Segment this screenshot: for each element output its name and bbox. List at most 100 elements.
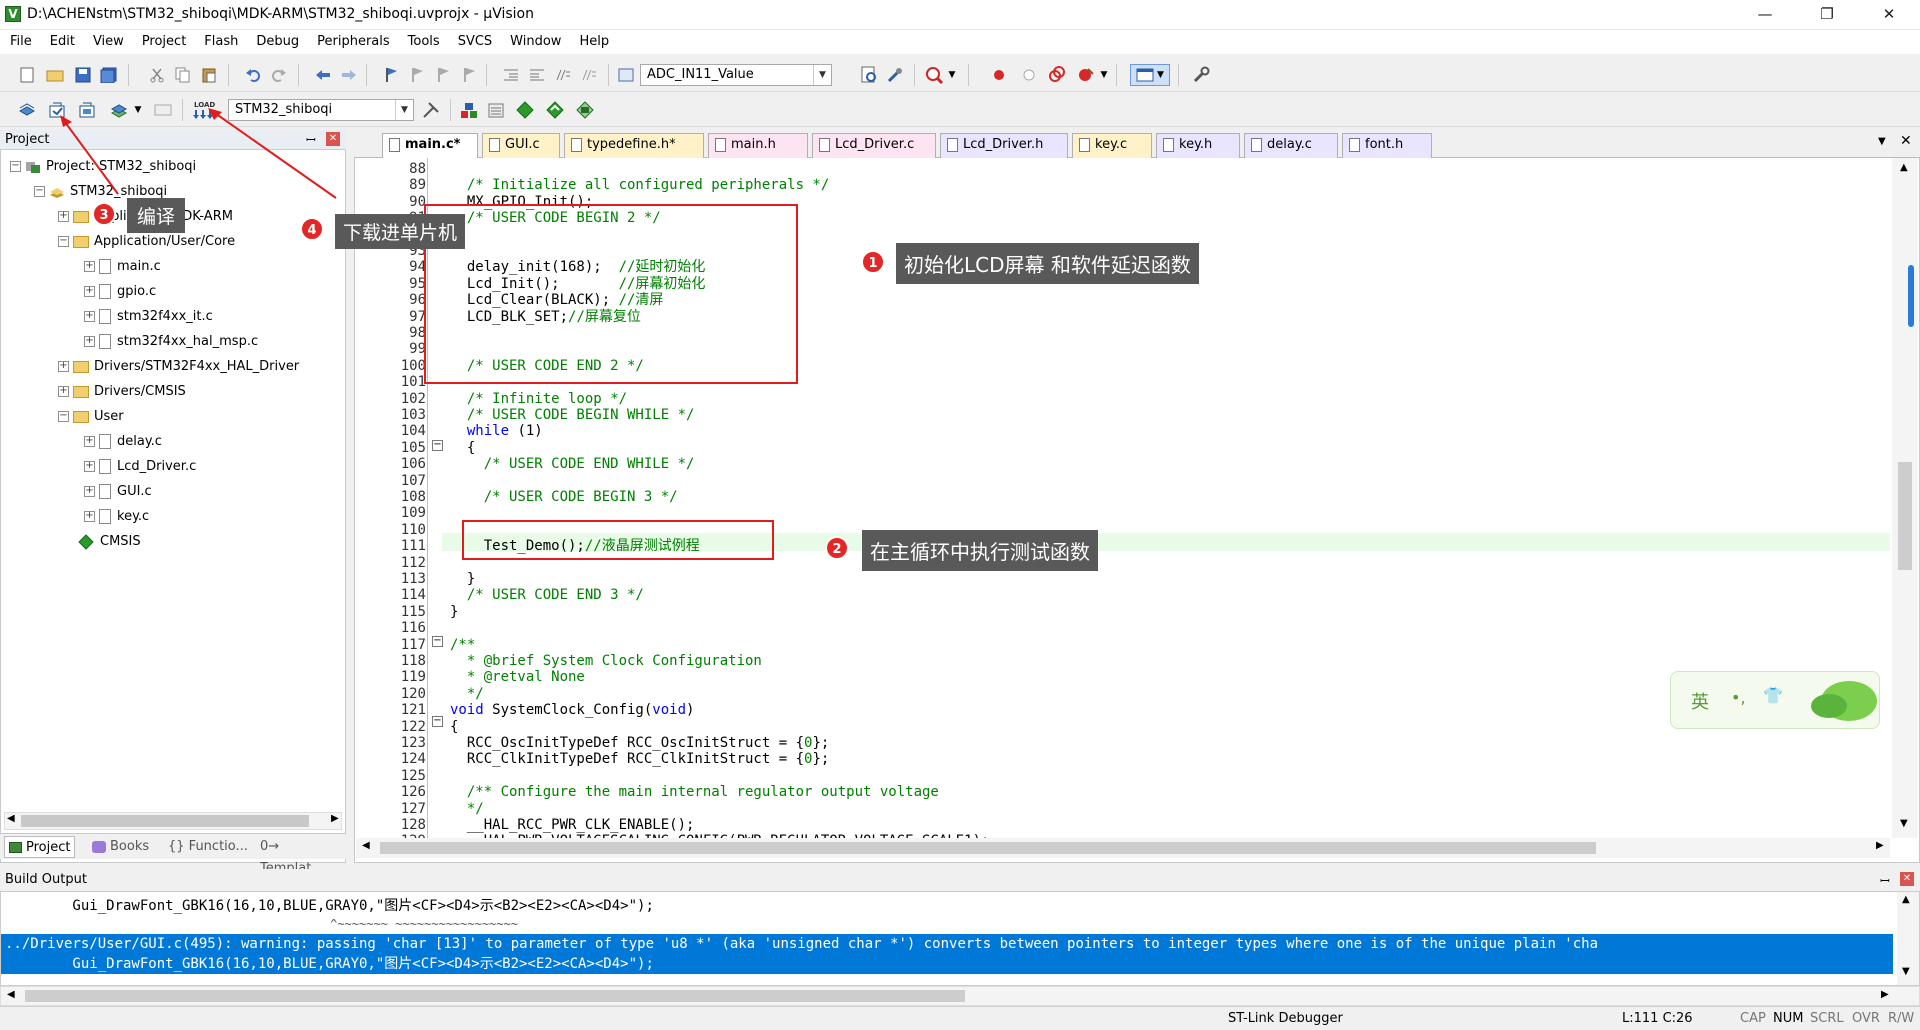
scroll-down-icon[interactable]: ▼	[1902, 966, 1910, 977]
minimize-button[interactable]: —	[1742, 0, 1788, 30]
wrench-icon[interactable]	[1190, 64, 1212, 86]
save-all-icon[interactable]	[98, 64, 120, 86]
manage-project-items-icon[interactable]	[458, 99, 480, 121]
menu-window[interactable]: Window	[500, 30, 569, 54]
ime-punctuation[interactable]: •,	[1731, 688, 1746, 707]
maximize-button[interactable]: ❐	[1804, 0, 1850, 30]
tree-item-file[interactable]: + stm32f4xx_hal_msp.c	[84, 331, 258, 353]
expand-icon[interactable]: +	[84, 436, 95, 447]
chevron-down-icon[interactable]: ▼	[946, 64, 958, 86]
menu-flash[interactable]: Flash	[194, 30, 246, 54]
tab-project[interactable]: Project	[4, 836, 76, 858]
build-vscrollbar[interactable]: ▲ ▼	[1897, 892, 1919, 985]
ime-toolbar[interactable]: 英 •, 👕	[1670, 671, 1880, 729]
chevron-down-icon[interactable]: ▼	[1098, 64, 1110, 86]
tab-delay-c[interactable]: delay.c	[1244, 133, 1338, 158]
pin-icon[interactable]: ꟷ	[1880, 872, 1890, 889]
collapse-icon[interactable]: −	[58, 236, 69, 247]
find-combo[interactable]: ADC_IN11_Value ▼	[640, 64, 832, 86]
tab-templates[interactable]: 0→ Templat...	[256, 836, 346, 876]
scroll-right-icon[interactable]: ▶	[331, 813, 339, 824]
menu-help[interactable]: Help	[569, 30, 617, 54]
manage-runtime-icon[interactable]	[544, 99, 566, 121]
comment-icon[interactable]	[552, 64, 574, 86]
tab-lcd-driver-h[interactable]: Lcd_Driver.h	[940, 133, 1068, 158]
scroll-left-icon[interactable]: ◀	[7, 813, 15, 824]
tree-item-file[interactable]: + main.c	[84, 256, 161, 278]
close-panel-icon[interactable]: ✕	[1900, 872, 1914, 886]
configure-icon[interactable]	[884, 64, 906, 86]
tab-functions[interactable]: {} Functio...	[164, 836, 252, 858]
new-file-icon[interactable]	[16, 64, 38, 86]
expand-icon[interactable]: +	[84, 336, 95, 347]
window-layout-icon[interactable]: ▼	[1130, 64, 1170, 86]
tab-lcd-driver-c[interactable]: Lcd_Driver.c	[812, 133, 936, 158]
tree-item-group-user[interactable]: − User	[58, 406, 124, 428]
expand-icon[interactable]: +	[84, 486, 95, 497]
tab-list-dropdown-icon[interactable]: ▼	[1878, 136, 1886, 147]
menu-debug[interactable]: Debug	[246, 30, 307, 54]
close-button[interactable]: ✕	[1866, 0, 1912, 30]
prev-bookmark-icon[interactable]	[406, 64, 428, 86]
paste-icon[interactable]	[198, 64, 220, 86]
scroll-right-icon[interactable]: ▶	[1881, 989, 1889, 1000]
clear-bookmarks-icon[interactable]	[458, 64, 480, 86]
scroll-down-icon[interactable]: ▼	[1900, 818, 1908, 829]
tab-typedefine-h[interactable]: typedefine.h*	[564, 133, 704, 158]
scroll-left-icon[interactable]: ◀	[362, 840, 370, 851]
tab-gui-c[interactable]: GUI.c	[482, 133, 560, 158]
undo-icon[interactable]	[242, 64, 264, 86]
menu-peripherals[interactable]: Peripherals	[307, 30, 398, 54]
tree-item-file[interactable]: + gpio.c	[84, 281, 156, 303]
project-hscrollbar[interactable]: ◀ ▶	[4, 812, 342, 830]
tree-item-file[interactable]: + GUI.c	[84, 481, 152, 503]
scroll-left-icon[interactable]: ◀	[7, 989, 15, 1000]
redo-icon[interactable]	[268, 64, 290, 86]
tab-main-h[interactable]: main.h	[708, 133, 808, 158]
scroll-thumb[interactable]	[380, 842, 1596, 854]
bookmark-icon[interactable]	[380, 64, 402, 86]
chevron-down-icon[interactable]: ▼	[132, 99, 144, 121]
disable-breakpoints-icon[interactable]	[1046, 64, 1068, 86]
copy-icon[interactable]	[172, 64, 194, 86]
tab-main-c[interactable]: main.c*	[382, 133, 478, 158]
tree-item-group-cmsis[interactable]: + Drivers/CMSIS	[58, 381, 186, 403]
select-packs-icon[interactable]	[486, 99, 508, 121]
navigate-back-icon[interactable]	[312, 64, 334, 86]
tree-item-group-user-core[interactable]: − Application/User/Core	[58, 231, 235, 253]
tab-key-c[interactable]: key.c	[1072, 133, 1152, 158]
editor-vscrollbar[interactable]: ▲ ▼	[1892, 158, 1918, 838]
expand-icon[interactable]: +	[84, 286, 95, 297]
download-load-icon[interactable]: LOAD	[190, 99, 216, 121]
close-panel-icon[interactable]: ✕	[326, 132, 340, 146]
pack-installer-icon[interactable]	[514, 99, 536, 121]
menu-project[interactable]: Project	[132, 30, 194, 54]
expand-icon[interactable]: +	[84, 461, 95, 472]
expand-icon[interactable]: +	[58, 361, 69, 372]
shirt-icon[interactable]: 👕	[1763, 686, 1783, 705]
find-in-files-icon[interactable]	[616, 64, 638, 86]
tree-item-cmsis-component[interactable]: CMSIS	[78, 531, 141, 553]
fold-collapse-icon[interactable]: −	[432, 440, 443, 451]
menu-edit[interactable]: Edit	[40, 30, 83, 54]
tab-font-h[interactable]: font.h	[1342, 133, 1432, 158]
expand-icon[interactable]: +	[84, 511, 95, 522]
tab-key-h[interactable]: key.h	[1156, 133, 1240, 158]
next-bookmark-icon[interactable]	[432, 64, 454, 86]
open-folder-icon[interactable]	[44, 64, 66, 86]
save-icon[interactable]	[72, 64, 94, 86]
editor-hscrollbar[interactable]: ◀ ▶	[356, 838, 1890, 858]
expand-icon[interactable]: +	[58, 211, 69, 222]
fold-collapse-icon[interactable]: −	[432, 716, 443, 727]
scroll-thumb[interactable]	[1898, 462, 1912, 570]
fold-collapse-icon[interactable]: −	[432, 636, 443, 647]
tree-item-group-hal-driver[interactable]: + Drivers/STM32F4xx_HAL_Driver	[58, 356, 299, 378]
expand-icon[interactable]: +	[84, 311, 95, 322]
stop-build-icon[interactable]	[152, 99, 174, 121]
expand-icon[interactable]: +	[58, 386, 69, 397]
close-tab-icon[interactable]: ✕	[1900, 133, 1912, 149]
insert-breakpoint-icon[interactable]	[988, 64, 1010, 86]
navigate-forward-icon[interactable]	[338, 64, 360, 86]
pack-manager-icon[interactable]	[574, 99, 596, 121]
uncomment-icon[interactable]	[578, 64, 600, 86]
